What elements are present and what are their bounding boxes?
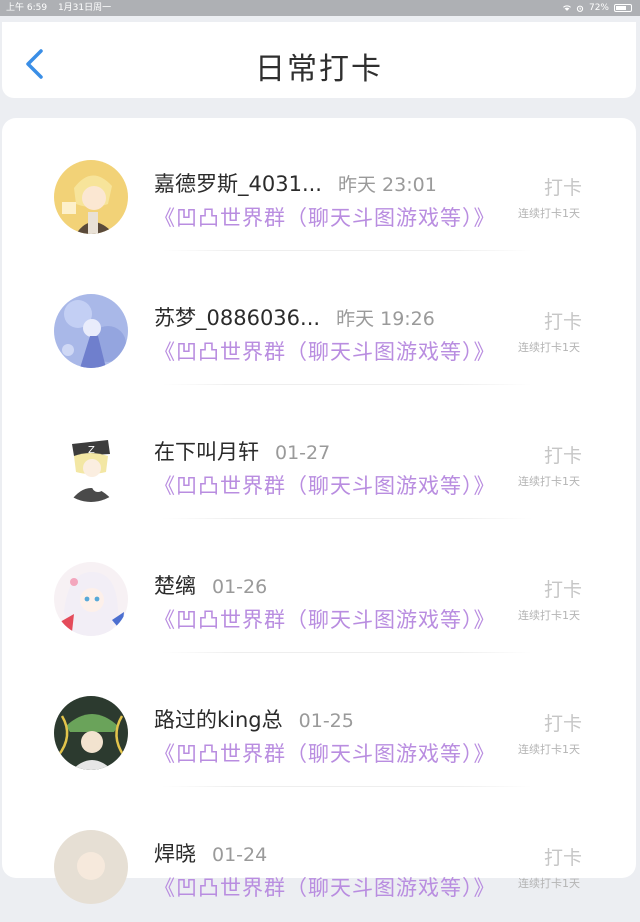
streak-label: 连续打卡1天 bbox=[518, 475, 580, 488]
battery-icon bbox=[614, 4, 632, 12]
nav-header: 日常打卡 bbox=[2, 22, 636, 98]
group-name[interactable]: 《凹凸世界群（聊天斗图游戏等）》 bbox=[154, 336, 496, 366]
alarm-icon bbox=[576, 5, 584, 12]
checkin-list: 嘉德罗斯_4031... 昨天 23:01 《凹凸世界群（聊天斗图游戏等）》 打卡… bbox=[2, 118, 636, 904]
avatar bbox=[54, 696, 128, 770]
checkin-button[interactable]: 打卡 bbox=[544, 173, 582, 200]
group-name[interactable]: 《凹凸世界群（聊天斗图游戏等）》 bbox=[154, 202, 496, 232]
user-name[interactable]: 苏梦_0886036... bbox=[154, 306, 320, 330]
avatar bbox=[54, 562, 128, 636]
list-item[interactable]: 苏梦_0886036... 昨天 19:26 《凹凸世界群（聊天斗图游戏等）》 打… bbox=[2, 252, 636, 386]
divider bbox=[162, 250, 532, 251]
checkin-button[interactable]: 打卡 bbox=[544, 843, 582, 870]
divider bbox=[162, 518, 532, 519]
list-item[interactable]: Z 在下叫月轩 01-27 《凹凸世界群（聊天斗图游戏等）》 打卡 连续打卡1天 bbox=[2, 386, 636, 520]
checkin-time: 昨天 23:01 bbox=[337, 174, 437, 196]
divider bbox=[162, 786, 532, 787]
group-name[interactable]: 《凹凸世界群（聊天斗图游戏等）》 bbox=[154, 470, 496, 500]
streak-label: 连续打卡1天 bbox=[518, 877, 580, 890]
checkin-time: 昨天 19:26 bbox=[336, 308, 435, 330]
list-item[interactable]: 路过的king总 01-25 《凹凸世界群（聊天斗图游戏等）》 打卡 连续打卡1天 bbox=[2, 654, 636, 788]
group-name[interactable]: 《凹凸世界群（聊天斗图游戏等）》 bbox=[154, 872, 496, 902]
streak-label: 连续打卡1天 bbox=[518, 207, 580, 220]
checkin-time: 01-25 bbox=[298, 710, 354, 732]
page-title: 日常打卡 bbox=[255, 52, 383, 87]
user-name[interactable]: 嘉德罗斯_4031... bbox=[154, 172, 322, 196]
group-name[interactable]: 《凹凸世界群（聊天斗图游戏等）》 bbox=[154, 604, 496, 634]
avatar bbox=[54, 160, 128, 234]
divider bbox=[162, 652, 532, 653]
checkin-time: 01-24 bbox=[212, 844, 268, 866]
checkin-time: 01-27 bbox=[275, 442, 331, 464]
avatar bbox=[54, 294, 128, 368]
streak-label: 连续打卡1天 bbox=[518, 743, 580, 756]
status-time: 上午 6:59 bbox=[6, 3, 48, 13]
user-name[interactable]: 在下叫月轩 bbox=[154, 440, 259, 464]
streak-label: 连续打卡1天 bbox=[518, 609, 580, 622]
status-bar: 上午 6:59 1月31日周一 72% bbox=[0, 0, 640, 16]
list-item[interactable]: 楚缡 01-26 《凹凸世界群（聊天斗图游戏等）》 打卡 连续打卡1天 bbox=[2, 520, 636, 654]
group-name[interactable]: 《凹凸世界群（聊天斗图游戏等）》 bbox=[154, 738, 496, 768]
avatar bbox=[54, 830, 128, 904]
list-item[interactable]: 嘉德罗斯_4031... 昨天 23:01 《凹凸世界群（聊天斗图游戏等）》 打卡… bbox=[2, 118, 636, 252]
checkin-time: 01-26 bbox=[212, 576, 268, 598]
user-name[interactable]: 路过的king总 bbox=[154, 708, 283, 732]
user-name[interactable]: 焊晓 bbox=[154, 842, 196, 866]
checkin-button[interactable]: 打卡 bbox=[544, 709, 582, 736]
list-item[interactable]: 焊晓 01-24 《凹凸世界群（聊天斗图游戏等）》 打卡 连续打卡1天 bbox=[2, 788, 636, 922]
checkin-button[interactable]: 打卡 bbox=[544, 575, 582, 602]
status-date: 1月31日周一 bbox=[57, 3, 112, 13]
checkin-button[interactable]: 打卡 bbox=[544, 307, 582, 334]
battery-percent: 72% bbox=[588, 3, 609, 13]
divider bbox=[162, 384, 532, 385]
avatar: Z bbox=[54, 428, 128, 502]
checkin-button[interactable]: 打卡 bbox=[544, 441, 582, 468]
user-name[interactable]: 楚缡 bbox=[154, 574, 196, 598]
streak-label: 连续打卡1天 bbox=[518, 341, 580, 354]
wifi-icon bbox=[563, 4, 571, 11]
